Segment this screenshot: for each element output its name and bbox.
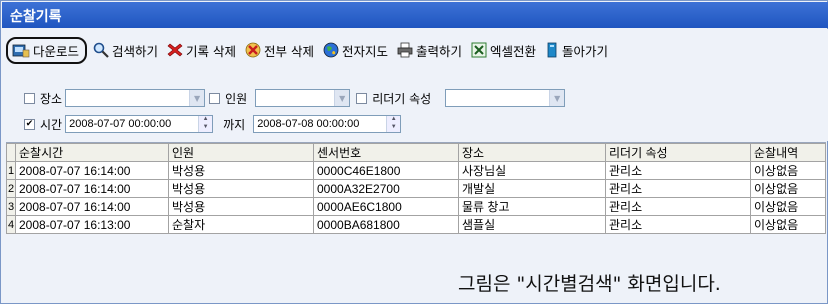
sensor-cell: 0000BA681800 — [313, 215, 459, 234]
until-label: 까지 — [223, 117, 246, 132]
reader-attr-select[interactable]: ▼ — [445, 89, 566, 107]
time-from-spinner[interactable]: ▲ ▼ — [198, 116, 213, 132]
column-header[interactable]: 인원 — [168, 143, 314, 162]
column-header[interactable]: 순찰내역 — [750, 143, 826, 162]
excel-button[interactable]: 엑셀전환 — [471, 41, 536, 60]
result-cell: 이상없음 — [750, 197, 826, 216]
result-cell: 이상없음 — [750, 179, 826, 198]
time-label: 시간 — [40, 117, 63, 132]
search-button[interactable]: 검색하기 — [93, 41, 158, 60]
app-window: 순찰기록 다운로드 검색하기 기록 삭제 전부 삭제 전자지도 출력하기 엑셀전… — [0, 0, 828, 304]
chevron-down-icon: ▼ — [189, 90, 205, 106]
sensor-cell: 0000AE6C1800 — [313, 197, 459, 216]
time-from-value: 2008-07-07 00:00:00 — [69, 118, 172, 130]
row-number: 1 — [6, 161, 16, 180]
filter-row-2: ✔ 시간 2008-07-07 00:00:00 ▲ ▼ 까지 2008-07-0… — [24, 115, 402, 133]
e-map-label: 전자지도 — [342, 43, 389, 59]
column-header[interactable]: 리더기 속성 — [605, 143, 751, 162]
place-cell: 사장님실 — [458, 161, 606, 180]
table-header-row: 순찰시간 인원 센서번호 장소 리더기 속성 순찰내역 — [6, 143, 826, 162]
time-from-input[interactable]: 2008-07-07 00:00:00 ▲ ▼ — [65, 115, 214, 133]
printer-icon — [397, 42, 413, 58]
download-icon — [12, 44, 30, 58]
delete-record-icon — [167, 43, 183, 57]
time-to-input[interactable]: 2008-07-08 00:00:00 ▲ ▼ — [253, 115, 402, 133]
column-header[interactable]: 순찰시간 — [15, 143, 169, 162]
person-cell: 박성용 — [168, 179, 314, 198]
result-cell: 이상없음 — [750, 215, 826, 234]
download-label: 다운로드 — [33, 43, 80, 59]
delete-all-label: 전부 삭제 — [264, 43, 314, 59]
back-icon — [547, 42, 557, 58]
table-row[interactable]: 2 2008-07-07 16:14:00 박성용 0000A32E2700 개… — [6, 179, 826, 198]
row-number: 4 — [6, 215, 16, 234]
reader-cell: 관리소 — [605, 215, 751, 234]
table-row[interactable]: 1 2008-07-07 16:14:00 박성용 0000C46E1800 사… — [6, 161, 826, 180]
chevron-down-icon: ▼ — [334, 90, 350, 106]
column-header[interactable]: 센서번호 — [313, 143, 459, 162]
place-checkbox[interactable] — [24, 92, 35, 104]
sensor-cell: 0000C46E1800 — [313, 161, 459, 180]
person-cell: 순찰자 — [168, 215, 314, 234]
reader-cell: 관리소 — [605, 197, 751, 216]
filter-panel: 장소 ▼ 인원 ▼ 리더기 속성 ▼ ✔ 시간 2008-07-07 00:00… — [2, 71, 828, 141]
patrol-time-cell: 2008-07-07 16:13:00 — [15, 215, 169, 234]
globe-icon — [323, 42, 339, 58]
print-button[interactable]: 출력하기 — [397, 41, 462, 60]
time-to-spinner[interactable]: ▲ ▼ — [386, 116, 401, 132]
excel-label: 엑셀전환 — [490, 43, 537, 59]
time-checkbox[interactable]: ✔ — [24, 118, 35, 130]
person-cell: 박성용 — [168, 197, 314, 216]
place-cell: 물류 창고 — [458, 197, 606, 216]
place-cell: 샘플실 — [458, 215, 606, 234]
patrol-time-cell: 2008-07-07 16:14:00 — [15, 197, 169, 216]
reader-attr-label: 리더기 속성 — [372, 91, 432, 106]
patrol-time-cell: 2008-07-07 16:14:00 — [15, 179, 169, 198]
back-button[interactable]: 돌아가기 — [545, 41, 608, 60]
delete-all-button[interactable]: 전부 삭제 — [245, 41, 314, 60]
row-number: 3 — [6, 197, 16, 216]
reader-cell: 관리소 — [605, 161, 751, 180]
records-table: 순찰시간 인원 센서번호 장소 리더기 속성 순찰내역 1 2008-07-07… — [6, 143, 826, 234]
row-number-header — [6, 143, 16, 162]
place-cell: 개발실 — [458, 179, 606, 198]
reader-attr-checkbox[interactable] — [356, 92, 368, 104]
caption-text: 그림은 "시간별검색" 화면입니다. — [458, 273, 721, 295]
window-title: 순찰기록 — [2, 2, 828, 28]
person-label: 인원 — [225, 91, 248, 106]
back-label: 돌아가기 — [562, 43, 609, 59]
patrol-time-cell: 2008-07-07 16:14:00 — [15, 161, 169, 180]
search-icon — [93, 42, 109, 58]
place-label: 장소 — [40, 91, 63, 106]
reader-cell: 관리소 — [605, 179, 751, 198]
result-cell: 이상없음 — [750, 161, 826, 180]
person-select[interactable]: ▼ — [255, 89, 351, 107]
chevron-down-icon: ▼ — [549, 90, 565, 106]
column-header[interactable]: 장소 — [458, 143, 606, 162]
person-cell: 박성용 — [168, 161, 314, 180]
toolbar: 다운로드 검색하기 기록 삭제 전부 삭제 전자지도 출력하기 엑셀전환 돌아가… — [2, 29, 828, 71]
print-label: 출력하기 — [416, 43, 463, 59]
delete-record-label: 기록 삭제 — [186, 43, 237, 59]
row-number: 2 — [6, 179, 16, 198]
place-select[interactable]: ▼ — [65, 89, 206, 107]
e-map-button[interactable]: 전자지도 — [323, 41, 388, 60]
search-label: 검색하기 — [112, 43, 159, 59]
table-row[interactable]: 3 2008-07-07 16:14:00 박성용 0000AE6C1800 물… — [6, 197, 826, 216]
sensor-cell: 0000A32E2700 — [313, 179, 459, 198]
table-row[interactable]: 4 2008-07-07 16:13:00 순찰자 0000BA681800 샘… — [6, 215, 826, 234]
filter-row-1: 장소 ▼ 인원 ▼ 리더기 속성 ▼ — [24, 89, 566, 107]
person-checkbox[interactable] — [209, 92, 221, 104]
delete-record-button[interactable]: 기록 삭제 — [167, 41, 236, 60]
excel-icon — [471, 42, 487, 58]
time-to-value: 2008-07-08 00:00:00 — [257, 118, 360, 130]
delete-all-icon — [245, 42, 261, 58]
download-button[interactable]: 다운로드 — [6, 36, 88, 64]
